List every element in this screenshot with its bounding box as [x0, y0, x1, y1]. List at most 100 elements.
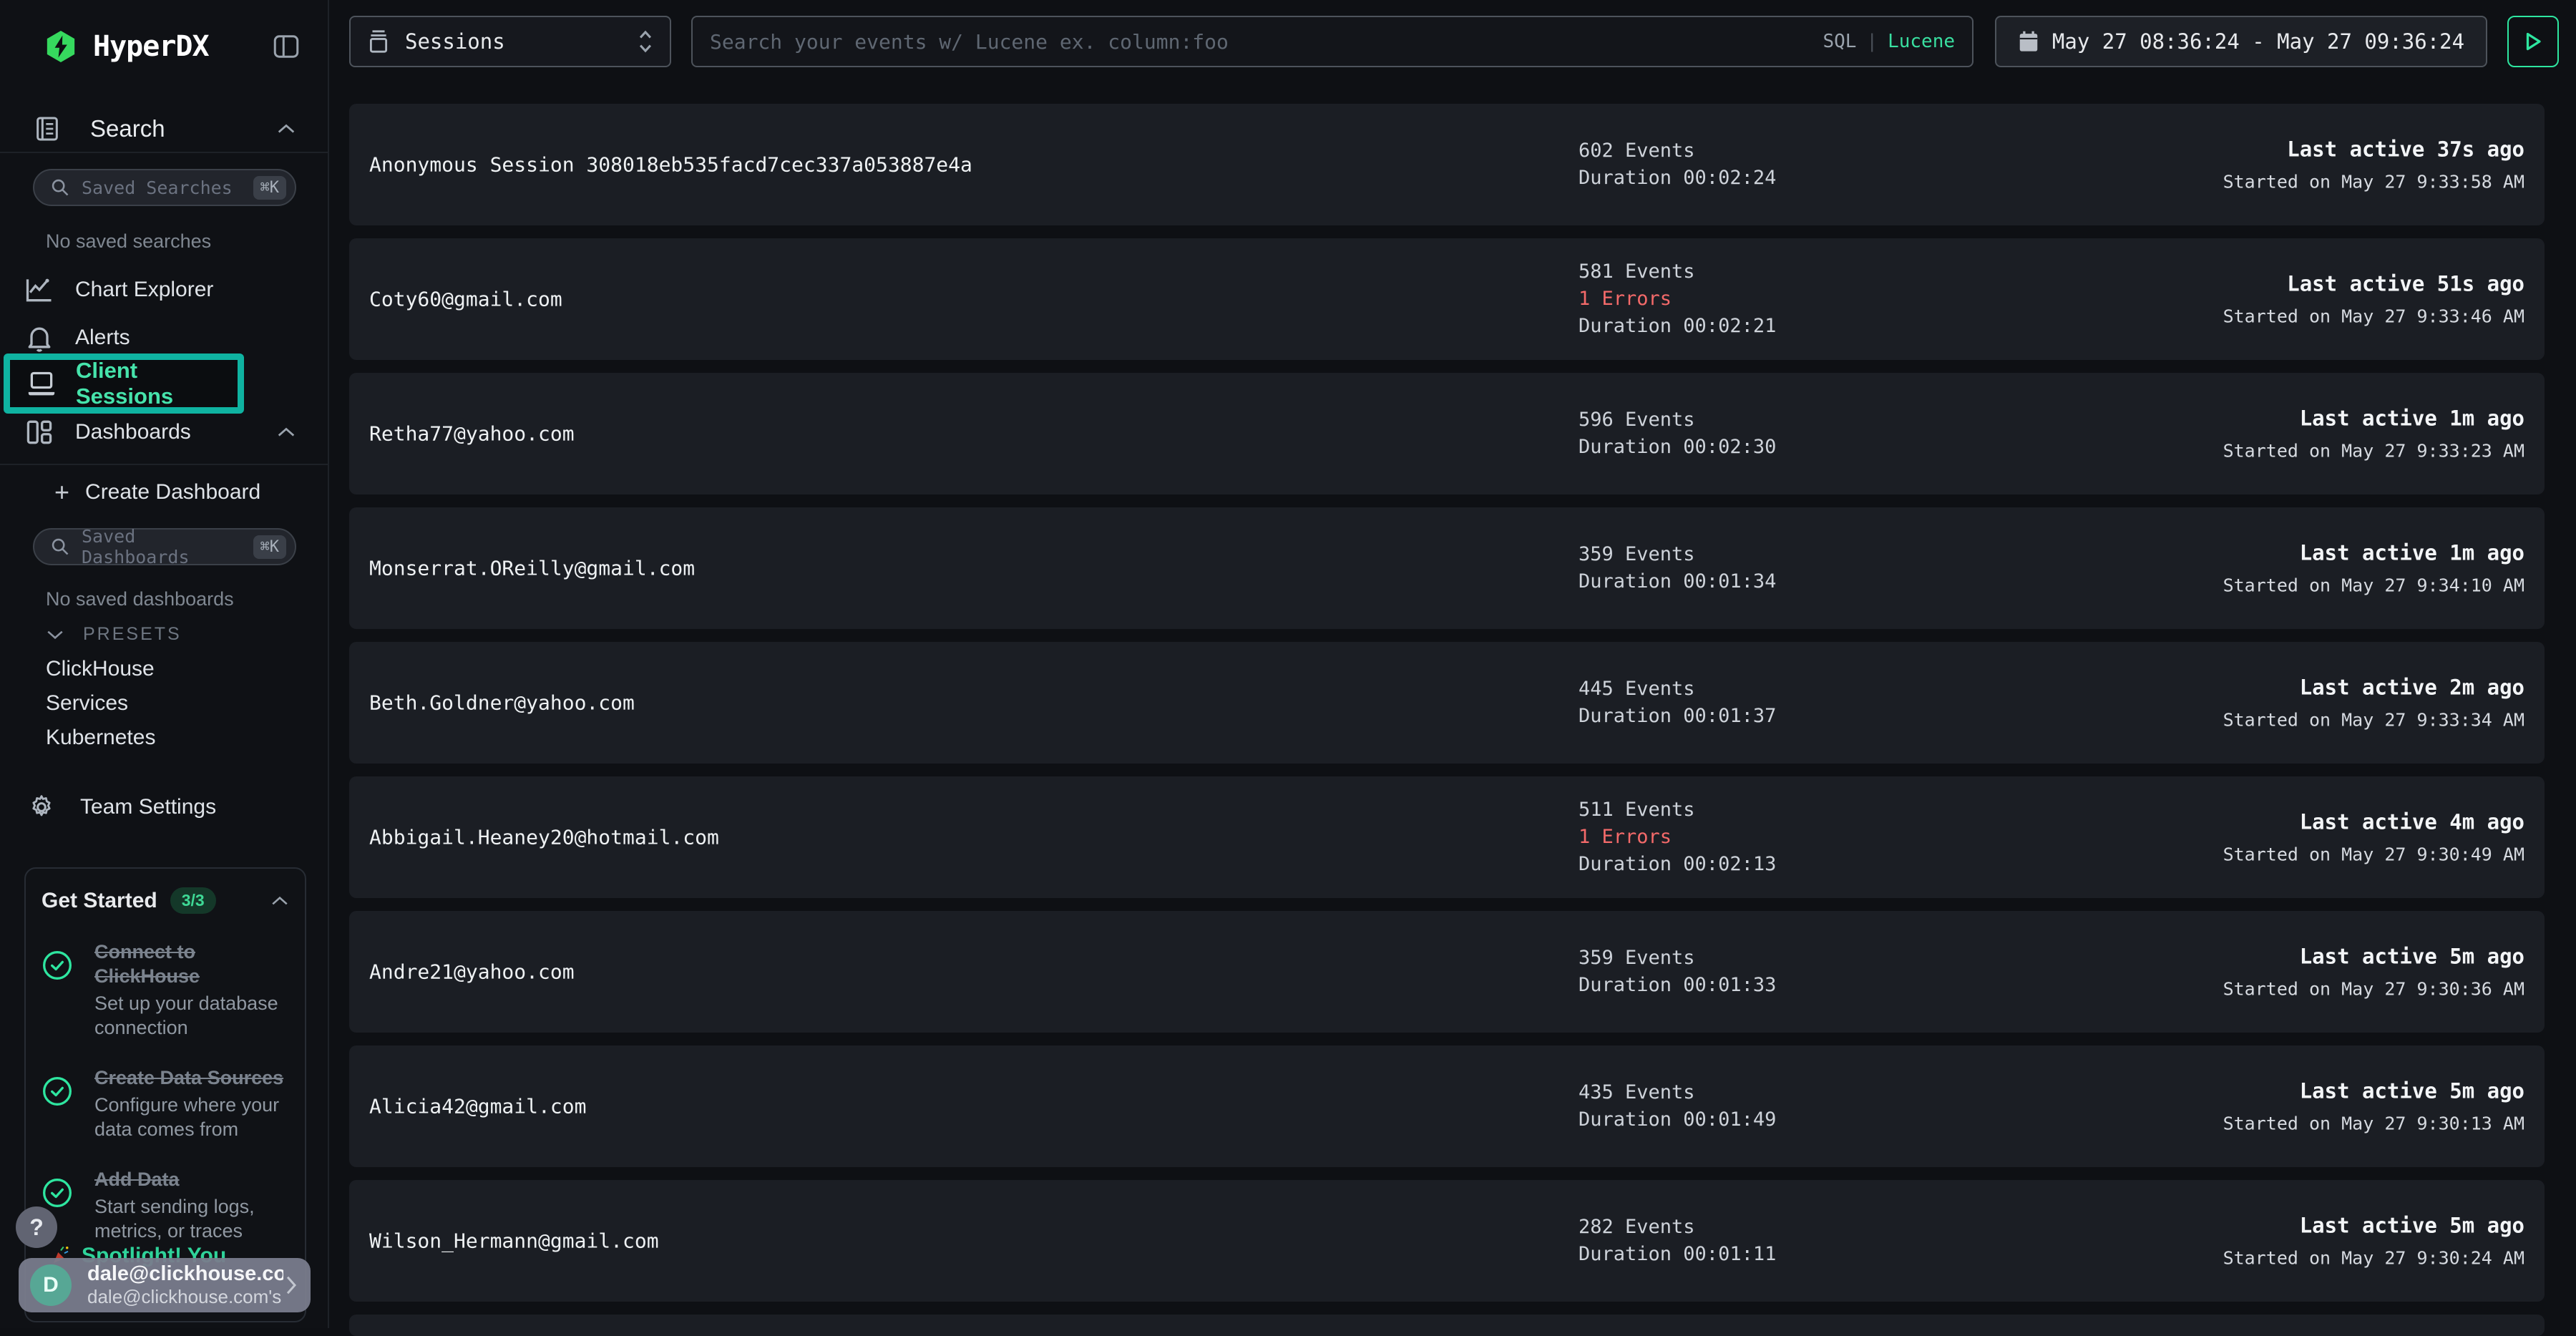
avatar: D [30, 1264, 72, 1306]
session-started: Started on May 27 9:33:58 AM [2223, 172, 2524, 192]
collapse-sidebar-icon[interactable] [273, 34, 299, 59]
session-times: Last active 37s ago Started on May 27 9:… [2223, 137, 2524, 192]
session-started: Started on May 27 9:33:46 AM [2223, 306, 2524, 327]
session-times: Last active 2m ago Started on May 27 9:3… [2223, 676, 2524, 731]
session-duration: Duration 00:01:33 [1579, 972, 1776, 999]
session-last-active: Last active 4m ago [2223, 810, 2524, 834]
checklist-item-title: Connect to ClickHouse [94, 940, 289, 988]
language-divider: | [1866, 31, 1878, 52]
saved-dashboards-input[interactable]: Saved Dashboards ⌘K [33, 528, 296, 565]
chevron-up-icon [276, 123, 296, 135]
checklist-item[interactable]: Add Data Start sending logs, metrics, or… [42, 1167, 289, 1243]
session-times: Last active 1m ago Started on May 27 9:3… [2223, 541, 2524, 596]
sidebar-item-dashboards[interactable]: Dashboards [0, 409, 328, 455]
session-stats: 359 Events Duration 00:01:33 [1579, 945, 1776, 999]
session-title: Wilson_Hermann@gmail.com [369, 1229, 659, 1253]
time-range-picker[interactable]: May 27 08:36:24 - May 27 09:36:24 [1995, 16, 2487, 67]
no-saved-searches-text: No saved searches [46, 230, 211, 253]
divider [0, 464, 328, 465]
create-dashboard-label: Create Dashboard [85, 480, 260, 504]
session-started: Started on May 27 9:30:13 AM [2223, 1113, 2524, 1134]
topbar: Sessions Search your events w/ Lucene ex… [329, 0, 2576, 84]
preset-item-clickhouse[interactable]: ClickHouse [46, 657, 155, 681]
search-section-label: Search [90, 115, 165, 142]
question-mark-label: ? [29, 1214, 44, 1241]
presets-label: PRESETS [83, 624, 182, 645]
session-duration: Duration 00:02:13 [1579, 851, 1776, 878]
session-row[interactable]: Wilson_Hermann@gmail.com 282 Events Dura… [349, 1180, 2545, 1302]
chevron-right-icon [283, 1274, 299, 1296]
session-last-active: Last active 5m ago [2223, 1214, 2524, 1238]
session-row[interactable]: Monserrat.OReilly@gmail.com 359 Events D… [349, 507, 2545, 629]
session-last-active: Last active 5m ago [2223, 945, 2524, 969]
shortcut-badge: ⌘K [253, 176, 287, 200]
checklist-item-desc: Set up your database connection [94, 991, 289, 1040]
session-row[interactable]: Andre21@yahoo.com 359 Events Duration 00… [349, 911, 2545, 1033]
saved-searches-input[interactable]: Saved Searches ⌘K [33, 169, 296, 206]
session-last-active: Last active 5m ago [2223, 1079, 2524, 1103]
preset-item-services[interactable]: Services [46, 691, 128, 716]
session-stats: 602 Events Duration 00:02:24 [1579, 137, 1776, 192]
search-icon [50, 177, 70, 198]
sidebar-item-client-sessions[interactable]: Client Sessions [4, 353, 244, 414]
presets-toggle[interactable]: PRESETS [46, 624, 182, 645]
search-section-icon [33, 114, 62, 143]
chart-explorer-icon [24, 274, 55, 306]
time-range-value: May 27 08:36:24 - May 27 09:36:24 [2052, 29, 2464, 54]
source-select[interactable]: Sessions [349, 16, 671, 67]
run-query-button[interactable] [2507, 16, 2559, 67]
calendar-icon [2018, 29, 2039, 54]
checklist-item[interactable]: Connect to ClickHouse Set up your databa… [42, 940, 289, 1040]
help-button[interactable]: ? [16, 1206, 57, 1248]
session-duration: Duration 00:02:21 [1579, 313, 1776, 340]
session-last-active: Last active 51s ago [2223, 272, 2524, 296]
session-row[interactable]: Coty60@gmail.com 581 Events 1 Errors Dur… [349, 238, 2545, 360]
session-started: Started on May 27 9:33:23 AM [2223, 441, 2524, 462]
session-last-active: Last active 1m ago [2223, 406, 2524, 431]
session-stats: 596 Events Duration 00:02:30 [1579, 406, 1776, 461]
session-duration: Duration 00:01:37 [1579, 703, 1776, 730]
sidebar-item-chart-explorer[interactable]: Chart Explorer [0, 267, 328, 313]
session-events: 581 Events [1579, 258, 1776, 286]
brand-title: HyperDX [93, 30, 209, 63]
session-row[interactable]: Abbigail.Heaney20@hotmail.com 511 Events… [349, 776, 2545, 898]
get-started-title: Get Started [42, 889, 157, 913]
get-started-checklist: Connect to ClickHouse Set up your databa… [42, 940, 289, 1243]
session-times: Last active 5m ago Started on May 27 9:3… [2223, 1079, 2524, 1134]
session-list: Anonymous Session 308018eb535facd7cec337… [349, 104, 2545, 1336]
plus-icon: + [54, 477, 69, 507]
session-duration: Duration 00:01:34 [1579, 568, 1776, 595]
check-circle-icon [42, 950, 73, 1040]
session-row[interactable]: Anonymous Session 308018eb535facd7cec337… [349, 104, 2545, 225]
event-search-input[interactable]: Search your events w/ Lucene ex. column:… [691, 16, 1974, 67]
session-times: Last active 5m ago Started on May 27 9:3… [2223, 945, 2524, 1000]
search-section-header[interactable]: Search [0, 107, 328, 150]
user-menu[interactable]: D dale@clickhouse.com dale@clickhouse.co… [19, 1258, 311, 1312]
session-started: Started on May 27 9:33:34 AM [2223, 710, 2524, 731]
session-events: 435 Events [1579, 1079, 1776, 1106]
checklist-item-desc: Start sending logs, metrics, or traces [94, 1194, 289, 1243]
shortcut-badge: ⌘K [253, 535, 287, 559]
session-started: Started on May 27 9:30:49 AM [2223, 844, 2524, 865]
chevron-up-icon [276, 426, 296, 438]
archive-icon [366, 28, 391, 55]
session-stats: 282 Events Duration 00:01:11 [1579, 1214, 1776, 1268]
session-started: Started on May 27 9:34:10 AM [2223, 575, 2524, 596]
checklist-item[interactable]: Create Data Sources Configure where your… [42, 1066, 289, 1141]
session-title: Retha77@yahoo.com [369, 422, 575, 446]
session-row[interactable]: Beth.Goldner@yahoo.com 445 Events Durati… [349, 642, 2545, 764]
session-title: Alicia42@gmail.com [369, 1095, 586, 1118]
lucene-toggle[interactable]: Lucene [1888, 31, 1955, 52]
check-circle-icon [42, 1076, 73, 1141]
session-row[interactable]: Alicia42@gmail.com 435 Events Duration 0… [349, 1045, 2545, 1167]
sidebar-item-team-settings[interactable]: Team Settings [0, 784, 328, 830]
sql-toggle[interactable]: SQL [1823, 31, 1856, 52]
session-times: Last active 4m ago Started on May 27 9:3… [2223, 810, 2524, 865]
create-dashboard-button[interactable]: + Create Dashboard [0, 469, 328, 515]
session-row-partial[interactable] [349, 1315, 2545, 1336]
preset-item-kubernetes[interactable]: Kubernetes [46, 726, 155, 750]
session-stats: 581 Events 1 Errors Duration 00:02:21 [1579, 258, 1776, 340]
chevron-up-icon[interactable] [270, 895, 289, 907]
session-row[interactable]: Retha77@yahoo.com 596 Events Duration 00… [349, 373, 2545, 494]
team-settings-label: Team Settings [80, 795, 216, 819]
